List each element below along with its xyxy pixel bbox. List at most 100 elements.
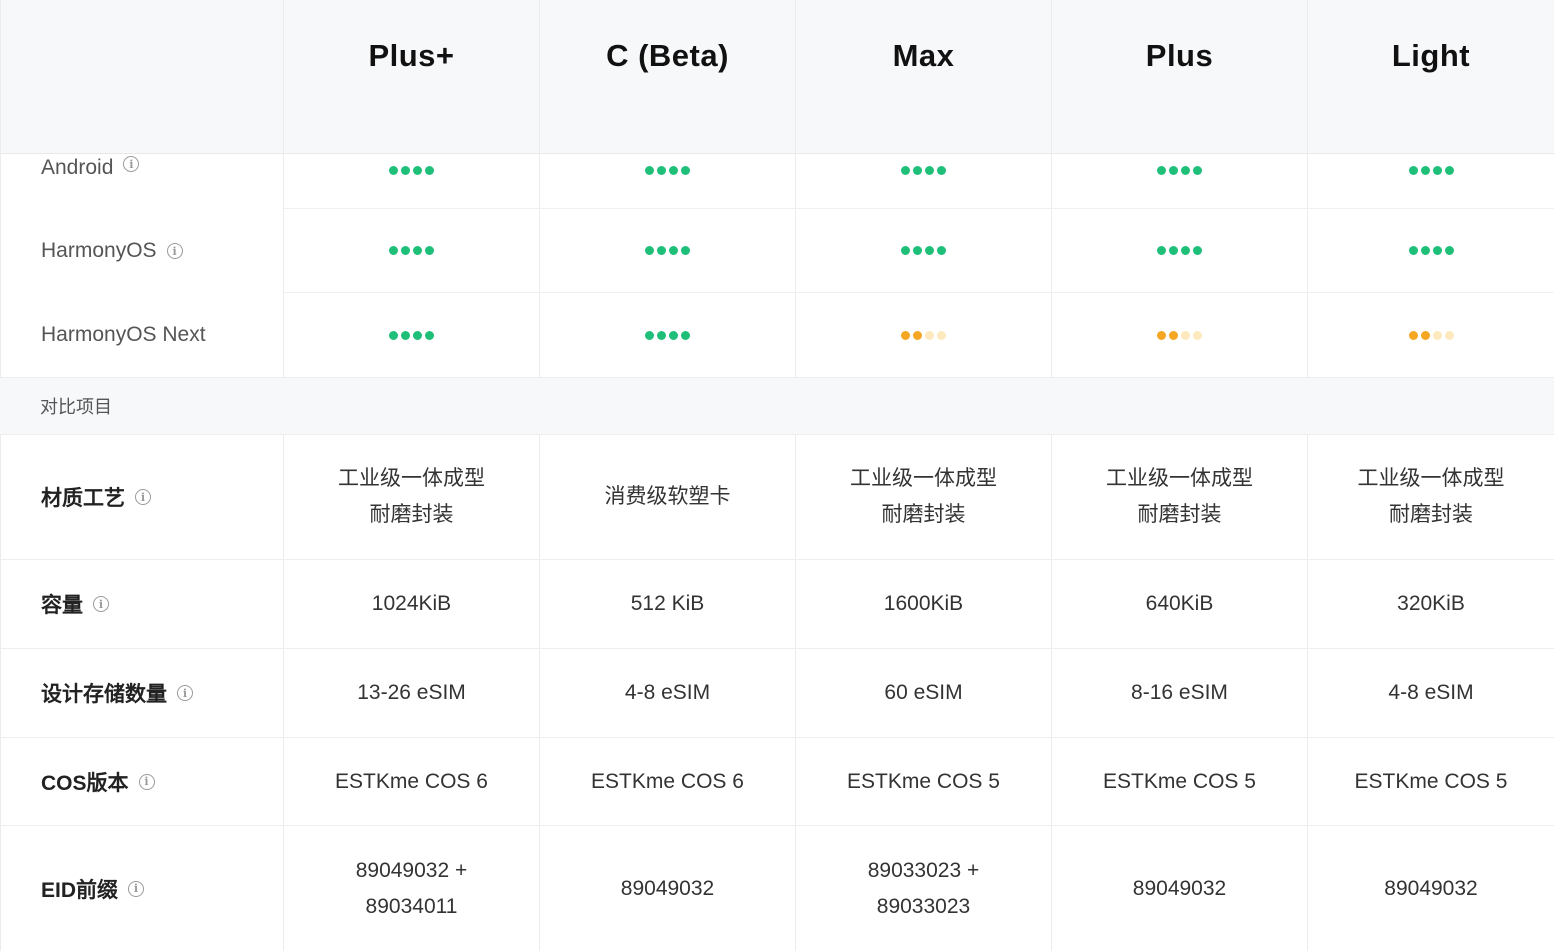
spec-value: 工业级一体成型 耐磨封装 <box>1106 467 1253 526</box>
spec-value: 8-16 eSIM <box>1131 681 1228 704</box>
spec-value: 工业级一体成型 耐磨封装 <box>1357 467 1505 526</box>
rating-dots <box>1157 166 1202 175</box>
spec-value: 320KiB <box>1397 592 1465 615</box>
spec-value: 89049032 + 89034011 <box>355 858 468 918</box>
rating-dot <box>1157 246 1166 255</box>
rating-dot <box>1169 166 1178 175</box>
rating-dots <box>1157 246 1202 255</box>
rating-dot <box>645 330 654 340</box>
spec-cell: 89033023 + 89033023 <box>796 826 1052 951</box>
spec-value: 13-26 eSIM <box>357 681 466 704</box>
spec-label: COS版本 <box>41 771 129 795</box>
compat-row-android: Android i <box>0 154 1554 209</box>
rating-dot <box>1157 330 1166 340</box>
header-corner <box>0 0 284 153</box>
spec-cell: 工业级一体成型 耐磨封装 <box>1308 435 1554 559</box>
rating-cell <box>284 209 540 293</box>
rating-dot <box>669 330 678 340</box>
rating-dot <box>1408 246 1418 255</box>
rating-dot <box>389 330 398 340</box>
info-icon[interactable]: i <box>166 243 183 259</box>
spec-row-material: 材质工艺 i 工业级一体成型 耐磨封装 消费级软塑卡 工业级一体成型 耐磨封装 … <box>0 435 1554 560</box>
rating-cell <box>1308 154 1554 209</box>
rating-dot <box>1169 246 1178 255</box>
spec-cell: 消费级软塑卡 <box>540 435 796 559</box>
rating-dot <box>925 246 934 255</box>
rating-dot <box>657 330 666 340</box>
rating-dot <box>937 246 946 255</box>
rating-dot <box>1193 330 1202 340</box>
section-title: 对比项目 <box>40 397 112 417</box>
rating-dot <box>1432 330 1442 340</box>
spec-cell: ESTKme COS 5 <box>796 738 1052 825</box>
rating-cell <box>1052 209 1308 293</box>
rating-dot <box>1193 246 1202 255</box>
spec-cell: 89049032 <box>1308 826 1554 951</box>
rating-dots <box>1408 330 1454 340</box>
rating-dot <box>681 246 690 255</box>
comparison-table: Plus+ C (Beta) Max Plus Light Android i … <box>0 0 1554 951</box>
spec-cell: 512 KiB <box>540 560 796 648</box>
plan-name: C (Beta) <box>606 38 729 73</box>
rating-dot <box>913 246 922 255</box>
info-icon[interactable]: i <box>93 596 109 612</box>
spec-cell: 1024KiB <box>284 560 540 648</box>
info-icon[interactable]: i <box>135 489 151 505</box>
spec-value: ESTKme COS 6 <box>335 769 488 793</box>
rating-dot <box>1444 166 1454 175</box>
spec-label-cell: COS版本 i <box>0 738 284 825</box>
spec-cell: 4-8 eSIM <box>540 649 796 737</box>
spec-label-cell: 容量 i <box>0 560 284 648</box>
spec-cell: ESTKme COS 5 <box>1052 738 1308 825</box>
spec-label-cell: EID前缀 i <box>0 826 284 951</box>
spec-cell: 4-8 eSIM <box>1308 649 1554 737</box>
rating-cell <box>540 154 796 209</box>
plan-name: Max <box>892 38 955 73</box>
rating-dots <box>901 246 946 255</box>
info-icon[interactable]: i <box>128 880 145 897</box>
info-icon[interactable]: i <box>177 685 193 701</box>
spec-label-cell: 材质工艺 i <box>0 435 284 559</box>
spec-row-capacity: 容量 i 1024KiB 512 KiB 1600KiB 640KiB 320K… <box>0 560 1554 649</box>
plan-header: Max <box>796 0 1052 153</box>
rating-dot <box>681 166 690 175</box>
rating-dot <box>1420 246 1430 255</box>
spec-value: ESTKme COS 5 <box>1354 769 1508 793</box>
rating-dots <box>901 166 946 175</box>
rating-dots <box>389 246 434 255</box>
rating-dot <box>1408 330 1418 340</box>
rating-dot <box>389 246 398 255</box>
info-icon[interactable]: i <box>138 773 155 790</box>
rating-dot <box>937 330 946 340</box>
rating-cell <box>796 154 1052 209</box>
info-icon[interactable]: i <box>123 156 140 172</box>
spec-value: 4-8 eSIM <box>624 681 711 704</box>
section-header: 对比项目 <box>0 377 1554 435</box>
rating-dot <box>645 246 654 255</box>
rating-dot <box>425 330 434 340</box>
rating-dot <box>1420 166 1430 175</box>
compat-label-cell: Android i <box>0 154 284 209</box>
spec-cell: 320KiB <box>1308 560 1554 648</box>
rating-cell <box>540 209 796 293</box>
rating-dot <box>1408 166 1418 175</box>
spec-value: 消费级软塑卡 <box>604 485 731 508</box>
rating-dot <box>657 246 666 255</box>
plan-header: Light <box>1308 0 1554 153</box>
rating-dots <box>389 166 434 175</box>
spec-value: 1600KiB <box>883 592 964 615</box>
spec-value: 640KiB <box>1145 592 1214 615</box>
spec-cell: 89049032 + 89034011 <box>284 826 540 951</box>
spec-label-cell: 设计存储数量 i <box>0 649 284 737</box>
rating-cell <box>284 154 540 209</box>
rating-dot <box>1444 330 1454 340</box>
rating-dots <box>389 330 434 340</box>
rating-dots <box>645 166 690 175</box>
spec-row-storage-count: 设计存储数量 i 13-26 eSIM 4-8 eSIM 60 eSIM 8-1… <box>0 649 1554 738</box>
rating-dot <box>913 166 922 175</box>
rating-cell <box>284 293 540 377</box>
rating-dot <box>681 330 690 340</box>
plan-name: Plus <box>1145 38 1214 73</box>
rating-dot <box>1420 330 1430 340</box>
spec-cell: ESTKme COS 5 <box>1308 738 1554 825</box>
